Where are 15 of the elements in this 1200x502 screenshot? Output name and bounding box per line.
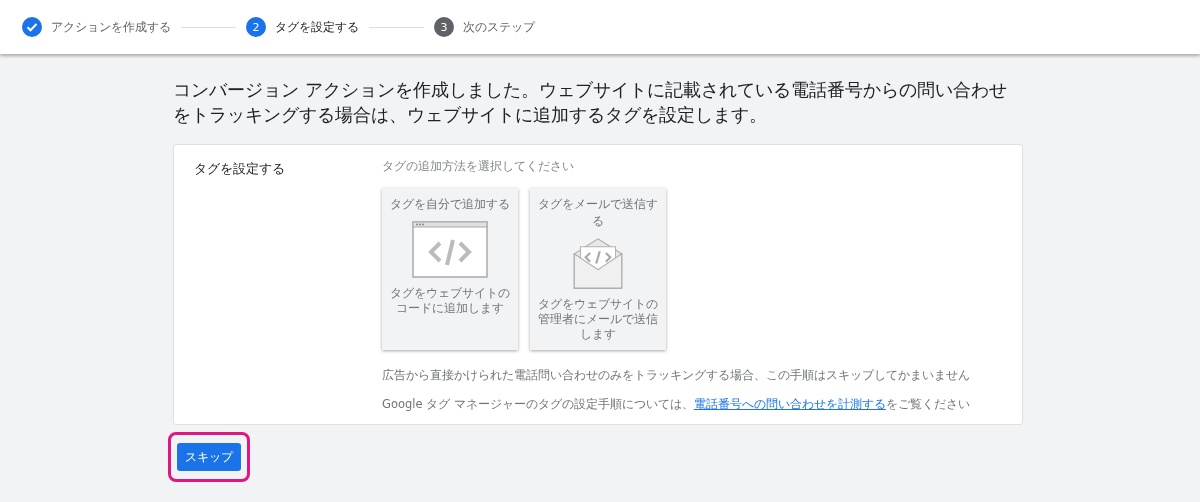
page-heading: コンバージョン アクションを作成しました。ウェブサイトに記載されている電話番号からの問い合わせをトラッキングする場合は、ウェブサイトに追加するタグを設定します。 xyxy=(173,79,1008,127)
step-number: 2 xyxy=(246,17,266,37)
skip-button[interactable]: スキップ xyxy=(177,443,241,471)
step-label: 次のステップ xyxy=(463,19,535,35)
step-label: アクションを作成する xyxy=(51,19,171,35)
option-card[interactable]: タグをメールで送信する タグをウェブサイトの管理者にメールで送信します xyxy=(530,188,666,350)
help-link[interactable]: 電話番号への問い合わせを計測する xyxy=(693,397,886,411)
prompt-text: タグの追加方法を選択してください xyxy=(382,159,575,174)
note-text: 広告から直接かけられた電話問い合わせのみをトラッキングする場合、この手順はスキップしてかまいません xyxy=(382,368,971,383)
option-card[interactable]: タグを自分で追加する タグをウェブサイトのコードに追加します xyxy=(382,188,518,350)
step-label: タグを設定する xyxy=(275,19,359,35)
help-text: Google タグ マネージャーのタグの設定手順については、電話番号への問い合わせを計測するをご覧ください xyxy=(382,397,971,412)
browser-code-icon xyxy=(412,221,488,278)
step-number: 3 xyxy=(434,17,454,37)
section-title: タグを設定する xyxy=(194,161,285,176)
